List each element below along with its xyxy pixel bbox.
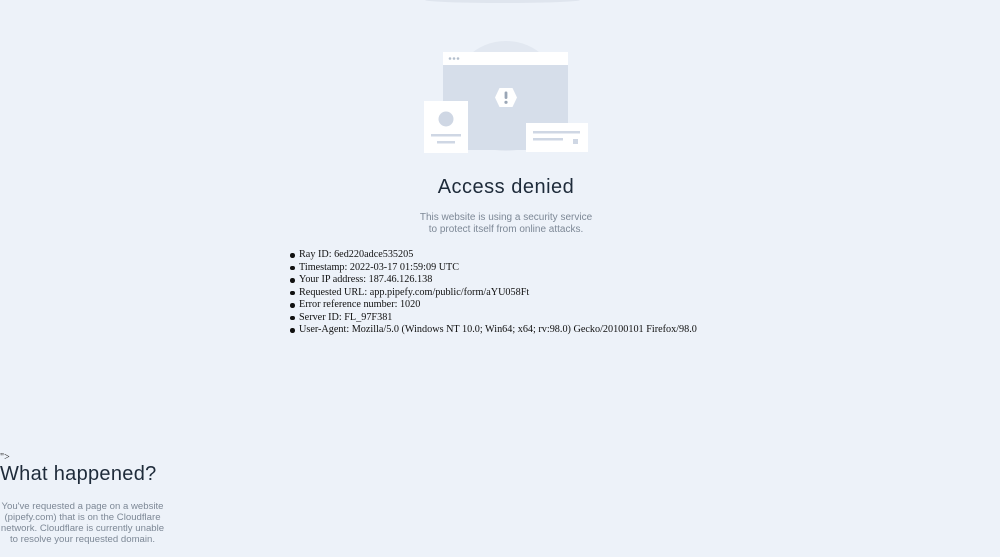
stray-markup-text: "> xyxy=(0,452,10,463)
server-id-item: Server ID: FL_97F381 xyxy=(290,312,697,325)
what-happened-heading: What happened? xyxy=(0,463,157,485)
description-line: You've requested a page on a website xyxy=(1,501,164,512)
blocked-browser-illustration xyxy=(424,41,588,153)
subtitle-line: This website is using a security service xyxy=(419,212,593,223)
ip-address-item: Your IP address: 187.46.126.138 xyxy=(290,274,697,287)
requested-url-item: Requested URL: app.pipefy.com/public/for… xyxy=(290,287,697,300)
user-agent-item: User-Agent: Mozilla/5.0 (Windows NT 10.0… xyxy=(290,324,697,335)
subtitle-line: to protect itself from online attacks. xyxy=(428,224,584,235)
what-happened-description: You've requested a page on a website (pi… xyxy=(0,501,165,545)
error-details-list: Ray ID: 6ed220adce535205 Timestamp: 2022… xyxy=(290,249,697,337)
page-subtitle: This website is using a security service… xyxy=(0,212,1000,236)
page-title: Access denied xyxy=(437,176,575,198)
ray-id-item: Ray ID: 6ed220adce535205 xyxy=(290,249,697,262)
error-reference-item: Error reference number: 1020 xyxy=(290,299,697,312)
description-line: network. Cloudflare is currently unable xyxy=(0,523,165,534)
description-line: to resolve your requested domain. xyxy=(9,534,156,545)
top-shadow xyxy=(425,0,580,3)
warning-hexagon-icon xyxy=(495,88,517,107)
timestamp-item: Timestamp: 2022-03-17 01:59:09 UTC xyxy=(290,262,697,275)
description-line: (pipefy.com) that is on the Cloudflare xyxy=(4,512,161,523)
